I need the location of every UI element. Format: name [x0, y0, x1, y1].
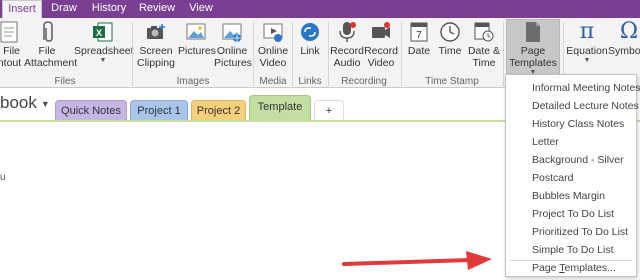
calendar-clock-icon [473, 20, 495, 44]
omega-icon: Ω [619, 19, 639, 44]
file-attachment-label: File Attachment [24, 45, 78, 69]
screen-clipping-button[interactable]: Screen Clipping [136, 20, 176, 69]
svg-text:7: 7 [416, 30, 422, 41]
template-item-simple-to-do-list[interactable]: Simple To Do List [506, 241, 636, 259]
file-attachment-button[interactable]: File Attachment [24, 20, 78, 69]
tab-view[interactable]: View [182, 0, 220, 18]
record-audio-button[interactable]: Record Audio [330, 20, 364, 69]
chevron-down-icon: ▼ [583, 57, 591, 64]
spreadsheet-label: Spreadsheet [74, 45, 134, 57]
equation-label: Equation [566, 45, 608, 57]
template-item-detailed-lecture-notes[interactable]: Detailed Lecture Notes [506, 97, 639, 115]
template-item-project-to-do-list[interactable]: Project To Do List [506, 205, 636, 223]
chevron-down-icon: ▼ [99, 57, 107, 64]
pictures-label: Pictures [178, 45, 216, 57]
template-item-letter[interactable]: Letter [506, 133, 636, 151]
pi-icon: π [579, 19, 595, 44]
camera-icon [145, 20, 167, 44]
calendar-icon: 7 [408, 20, 430, 44]
tab-insert[interactable]: Insert [2, 0, 42, 19]
group-label-media: Media [259, 76, 287, 87]
symbol-label: Symbol [608, 45, 640, 57]
group-label-recording: Recording [341, 76, 387, 87]
page-templates-button[interactable]: Page Templates ▼ [506, 19, 560, 76]
group-label-links: Links [298, 76, 322, 87]
page-template-icon [522, 20, 544, 44]
group-label-images: Images [176, 76, 210, 87]
notebook-title-text: book [0, 93, 37, 112]
online-video-button[interactable]: Online Video [256, 20, 290, 69]
video-camera-icon [370, 20, 392, 44]
equation-button[interactable]: π Equation ▼ [566, 19, 608, 65]
time-button[interactable]: Time [435, 20, 465, 57]
file-printout-icon [0, 20, 20, 44]
excel-icon: X [92, 20, 114, 44]
template-item-prioritized-to-do-list[interactable]: Prioritized To Do List [506, 223, 636, 241]
record-video-button[interactable]: Record Video [364, 20, 398, 69]
file-printout-button[interactable]: File rintout [0, 20, 26, 69]
svg-text:X: X [96, 28, 102, 38]
link-icon [299, 20, 321, 44]
paperclip-icon [36, 20, 58, 44]
clock-icon [439, 20, 461, 44]
menu-bar: Insert Draw History Review View [0, 0, 640, 19]
template-item-informal-meeting-notes[interactable]: Informal Meeting Notes [506, 79, 640, 97]
picture-icon [185, 20, 207, 44]
page-text-fragment: u [0, 172, 6, 183]
file-printout-label: File rintout [0, 45, 22, 69]
template-item-background-silver[interactable]: Background - Silver [506, 151, 636, 169]
group-label-files: Files [54, 76, 76, 87]
section-tab-project-1[interactable]: Project 1 [130, 100, 188, 121]
online-video-label: Online Video [257, 45, 289, 69]
red-arrow-annotation [342, 251, 492, 270]
template-item-bubbles-margin[interactable]: Bubbles Margin [506, 187, 636, 205]
video-icon [262, 20, 284, 44]
section-tab-project-2[interactable]: Project 2 [191, 100, 246, 121]
date-label: Date [407, 45, 431, 57]
link-label: Link [300, 45, 320, 57]
date-time-label: Date & Time [467, 45, 501, 69]
spreadsheet-button[interactable]: X Spreadsheet ▼ [74, 20, 134, 64]
online-pictures-label: Online Pictures [214, 45, 252, 69]
record-audio-label: Record Audio [330, 45, 364, 69]
tab-review[interactable]: Review [134, 0, 180, 18]
notebook-title[interactable]: book ▼ [0, 93, 50, 113]
ribbon-divider [503, 22, 504, 86]
pictures-button[interactable]: Pictures [178, 20, 216, 57]
online-picture-icon [221, 20, 243, 44]
tab-history[interactable]: History [86, 0, 132, 18]
group-label-time-stamp: Time Stamp [425, 76, 479, 87]
template-item-history-class-notes[interactable]: History Class Notes [506, 115, 636, 133]
link-button[interactable]: Link [295, 20, 325, 57]
microphone-icon [336, 20, 358, 44]
record-video-label: Record Video [364, 45, 398, 69]
section-tab-quick-notes[interactable]: Quick Notes [55, 100, 127, 121]
template-item-postcard[interactable]: Postcard [506, 169, 636, 187]
screen-clipping-label: Screen Clipping [137, 45, 175, 69]
chevron-down-icon: ▼ [40, 98, 50, 109]
online-pictures-button[interactable]: Online Pictures [214, 20, 252, 69]
add-section-button[interactable]: + [314, 100, 344, 121]
section-tab-template[interactable]: Template [249, 95, 311, 121]
time-label: Time [438, 45, 462, 57]
page-templates-dropdown: Informal Meeting Notes Detailed Lecture … [505, 74, 640, 277]
date-time-button[interactable]: Date & Time [467, 20, 501, 69]
date-button[interactable]: 7 Date [405, 20, 433, 57]
ribbon-divider [132, 22, 133, 86]
symbol-button[interactable]: Ω Symbol [608, 19, 640, 58]
tab-draw[interactable]: Draw [44, 0, 84, 18]
page-templates-label: Page Templates [509, 45, 557, 69]
page-templates-footer-item[interactable]: Page Templates... [506, 259, 636, 277]
